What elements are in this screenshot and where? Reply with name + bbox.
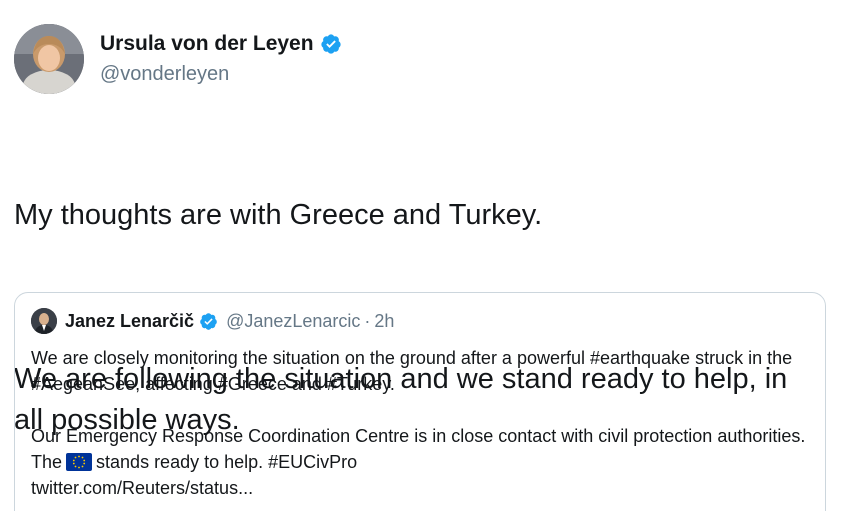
quoted-link[interactable]: twitter.com/Reuters/status... [31, 478, 253, 498]
tweet-paragraph: My thoughts are with Greece and Turkey. [14, 199, 543, 231]
tweet-header: Ursula von der Leyen @vonderleyen [14, 24, 342, 94]
avatar-photo-icon [14, 24, 84, 94]
author-name-row: Ursula von der Leyen [100, 31, 342, 57]
quoted-text-segment: stands ready to help. #EUCivPro [96, 452, 358, 472]
quoted-tweet[interactable]: Janez Lenarčič @JanezLenarcic · 2h We ar… [14, 292, 826, 511]
quoted-tweet-header: Janez Lenarčič @JanezLenarcic · 2h [31, 307, 809, 335]
quoted-author-avatar [31, 308, 57, 334]
quoted-paragraph: We are closely monitoring the situation … [31, 348, 793, 394]
verified-badge-icon [200, 312, 217, 330]
quoted-tweet-timestamp[interactable]: 2h [374, 311, 394, 332]
quoted-avatar-photo-icon [31, 308, 57, 334]
quoted-author-handle[interactable]: @JanezLenarcic [226, 311, 360, 332]
author-handle[interactable]: @vonderleyen [100, 61, 342, 87]
meta-separator: · [364, 310, 371, 331]
quoted-paragraph: Our Emergency Response Coordination Cent… [31, 423, 809, 501]
quoted-author-name[interactable]: Janez Lenarčič [65, 311, 194, 332]
eu-flag-icon [66, 453, 93, 471]
author-info: Ursula von der Leyen @vonderleyen [100, 31, 342, 87]
quoted-tweet-text: We are closely monitoring the situation … [31, 345, 809, 501]
author-avatar[interactable] [14, 24, 84, 94]
verified-badge-icon [320, 34, 341, 54]
author-name[interactable]: Ursula von der Leyen [100, 31, 314, 57]
tweet-card: Ursula von der Leyen @vonderleyen My tho… [0, 0, 842, 511]
